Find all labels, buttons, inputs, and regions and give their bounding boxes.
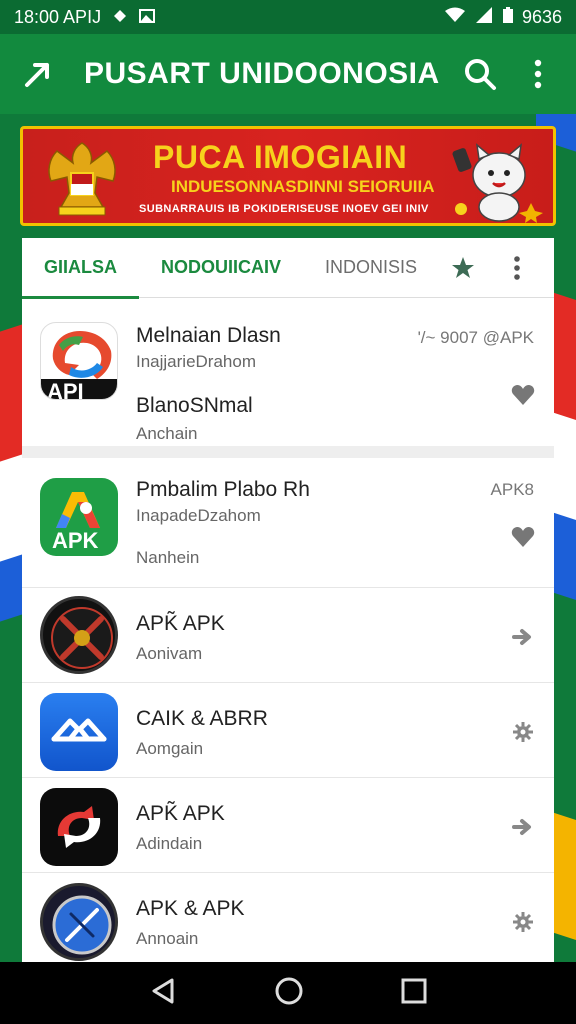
banner-title: PUCA IMOGIAIN xyxy=(153,139,408,175)
app-icon-compass xyxy=(40,883,118,961)
banner-subtitle: INDUESONNASDINNI SEIORUIIA xyxy=(171,177,435,196)
tab-bar: GIIALSA NODOUIICAIV INDONISIS xyxy=(22,238,554,299)
app-category: Nanhein xyxy=(136,548,200,567)
arrow-icon[interactable] xyxy=(510,624,536,650)
app-name: APK̃ APK xyxy=(136,612,225,635)
app-icon-blue-arrows xyxy=(40,693,118,771)
tab-more-vert-icon[interactable] xyxy=(499,250,535,286)
tab-nodouiicaiv[interactable]: NODOUIICAIV xyxy=(139,238,303,298)
app-name: APK & APK xyxy=(136,897,245,920)
status-time: 18:00 APIJ xyxy=(14,6,102,27)
search-icon[interactable] xyxy=(460,54,500,94)
app-icon-api: API xyxy=(40,322,118,400)
app-meta: '/~ 9007 @APK xyxy=(417,328,534,347)
banner-small-text: SUBNARRAUIS IB POKIDERISEUSE INOEV GEI I… xyxy=(139,203,429,215)
status-bar: 18:00 APIJ 9636 xyxy=(0,0,576,34)
app-name: CAIK & ABRR xyxy=(136,707,268,730)
app-name: APK̃ APK xyxy=(136,802,225,825)
gear-icon[interactable] xyxy=(510,909,536,935)
tab-giialsa[interactable]: GIIALSA xyxy=(22,238,140,299)
app-name: Melnaian Dlasn xyxy=(136,324,281,347)
battery-text: 9636 xyxy=(521,6,562,27)
navigation-bar xyxy=(0,962,576,1024)
gear-icon[interactable] xyxy=(510,719,536,745)
app-icon-label: API xyxy=(47,379,84,400)
garuda-emblem-icon xyxy=(48,142,116,216)
wifi-icon xyxy=(444,7,466,28)
app-icon-apk: APK xyxy=(40,478,118,556)
star-icon[interactable] xyxy=(445,250,481,286)
list-item[interactable]: APK̃ APK Aonivam xyxy=(22,588,554,683)
promo-banner[interactable]: PUCA IMOGIAIN INDUESONNASDINNI SEIORUIIA… xyxy=(20,126,556,226)
app-category: Anchain xyxy=(136,424,198,443)
app-publisher: InajjarieDrahom xyxy=(136,352,256,371)
tab-indonisis[interactable]: INDONISIS xyxy=(303,238,439,298)
list-item[interactable]: API Melnaian Dlasn InajjarieDrahom Blano… xyxy=(22,298,554,458)
app-category: Aonivam xyxy=(136,644,203,663)
share-arrow-icon[interactable] xyxy=(18,54,58,94)
back-icon[interactable] xyxy=(148,976,178,1011)
app-name: Pmbalim Plabo Rh xyxy=(136,478,310,501)
app-meta: APK8 xyxy=(490,480,534,499)
more-vert-icon[interactable] xyxy=(518,54,558,94)
list-item[interactable]: APK̃ APK Adindain xyxy=(22,778,554,873)
app-name-secondary: BlanoSNmal xyxy=(136,394,253,417)
list-item[interactable]: APK & APK Annoain xyxy=(22,873,554,962)
app-icon-label: APK xyxy=(52,528,99,553)
app-bar: PUSART UNIDOONOSIA xyxy=(0,34,576,114)
home-icon[interactable] xyxy=(274,976,304,1011)
notification-diamond-icon xyxy=(113,7,127,28)
app-category: Aomgain xyxy=(136,739,204,758)
image-notification-icon xyxy=(139,7,156,28)
heart-icon[interactable] xyxy=(510,382,536,408)
list-item[interactable]: APK Pmbalim Plabo Rh InapadeDzahom Nanhe… xyxy=(22,458,554,588)
recents-icon[interactable] xyxy=(400,977,428,1010)
app-icon-red-swirl xyxy=(40,788,118,866)
heart-icon[interactable] xyxy=(510,524,536,550)
mascot-icon xyxy=(452,143,543,223)
app-category: Annoain xyxy=(136,929,199,948)
arrow-icon[interactable] xyxy=(510,814,536,840)
app-category: Adindain xyxy=(136,834,203,853)
app-publisher: InapadeDzahom xyxy=(136,506,261,525)
app-icon-crossed-swords xyxy=(40,596,118,674)
app-title: PUSART UNIDOONOSIA xyxy=(84,57,440,90)
battery-icon xyxy=(502,6,514,29)
signal-icon xyxy=(474,6,494,29)
list-item[interactable]: CAIK & ABRR Aomgain xyxy=(22,683,554,778)
app-list: API Melnaian Dlasn InajjarieDrahom Blano… xyxy=(22,298,554,962)
